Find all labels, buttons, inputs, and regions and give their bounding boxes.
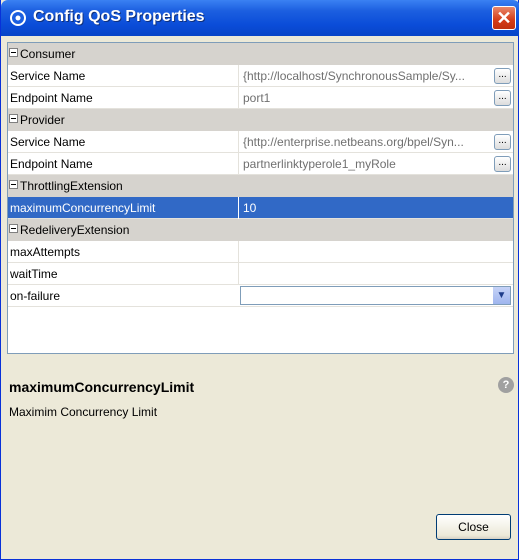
category-redelivery-extension[interactable]: RedeliveryExtension: [8, 219, 513, 241]
column-divider: [238, 197, 239, 219]
collapse-icon[interactable]: [9, 48, 18, 57]
ellipsis-button[interactable]: ...: [494, 68, 511, 84]
category-label: Provider: [20, 113, 65, 127]
description-text: Maximim Concurrency Limit: [9, 405, 158, 419]
property-value[interactable]: {http://enterprise.netbeans.org/bpel/Syn…: [243, 135, 493, 149]
property-value[interactable]: {http://localhost/SynchronousSample/Sy..…: [243, 69, 493, 83]
property-name: maxAttempts: [10, 245, 81, 259]
category-consumer[interactable]: Consumer: [8, 43, 513, 65]
collapse-icon[interactable]: [9, 114, 18, 123]
category-label: Consumer: [20, 47, 76, 61]
property-row-consumer-endpoint-name[interactable]: Endpoint Name port1 ...: [8, 87, 513, 109]
collapse-icon[interactable]: [9, 224, 18, 233]
property-row-max-attempts[interactable]: maxAttempts: [8, 241, 513, 263]
property-row-maximum-concurrency-limit[interactable]: maximumConcurrencyLimit 10: [8, 197, 513, 219]
config-qos-dialog: Config QoS Properties ✕ Consumer Service…: [0, 0, 519, 560]
property-name: Endpoint Name: [10, 157, 93, 171]
category-label: ThrottlingExtension: [20, 179, 123, 193]
property-name: Service Name: [10, 69, 86, 83]
column-divider: [238, 87, 239, 109]
column-divider: [238, 131, 239, 153]
property-name: waitTime: [10, 267, 58, 281]
property-name: on-failure: [10, 289, 61, 303]
property-value[interactable]: 10: [243, 201, 493, 215]
column-divider: [238, 263, 239, 285]
category-label: RedeliveryExtension: [20, 223, 130, 237]
column-divider: [238, 153, 239, 175]
chevron-down-icon[interactable]: ▼: [493, 287, 510, 304]
help-icon[interactable]: ?: [498, 377, 514, 393]
category-throttling-extension[interactable]: ThrottlingExtension: [8, 175, 513, 197]
app-icon: [10, 10, 26, 26]
description-title: maximumConcurrencyLimit: [9, 379, 195, 395]
property-name: Endpoint Name: [10, 91, 93, 105]
property-sheet: Consumer Service Name {http://localhost/…: [7, 42, 514, 354]
property-row-consumer-service-name[interactable]: Service Name {http://localhost/Synchrono…: [8, 65, 513, 87]
close-window-button[interactable]: ✕: [492, 6, 516, 30]
property-row-on-failure[interactable]: on-failure ▼: [8, 285, 513, 307]
ellipsis-button[interactable]: ...: [494, 134, 511, 150]
property-row-wait-time[interactable]: waitTime: [8, 263, 513, 285]
property-row-provider-endpoint-name[interactable]: Endpoint Name partnerlinktyperole1_myRol…: [8, 153, 513, 175]
property-value[interactable]: port1: [243, 91, 493, 105]
property-row-provider-service-name[interactable]: Service Name {http://enterprise.netbeans…: [8, 131, 513, 153]
ellipsis-button[interactable]: ...: [494, 90, 511, 106]
column-divider: [238, 241, 239, 263]
close-button[interactable]: Close: [436, 514, 511, 540]
title-bar[interactable]: Config QoS Properties ✕: [1, 0, 519, 36]
collapse-icon[interactable]: [9, 180, 18, 189]
category-provider[interactable]: Provider: [8, 109, 513, 131]
property-name: maximumConcurrencyLimit: [10, 201, 156, 215]
property-name: Service Name: [10, 135, 86, 149]
window-title: Config QoS Properties: [33, 8, 205, 25]
on-failure-dropdown[interactable]: ▼: [240, 286, 511, 305]
property-value[interactable]: partnerlinktyperole1_myRole: [243, 157, 493, 171]
ellipsis-button[interactable]: ...: [494, 156, 511, 172]
column-divider: [238, 65, 239, 87]
